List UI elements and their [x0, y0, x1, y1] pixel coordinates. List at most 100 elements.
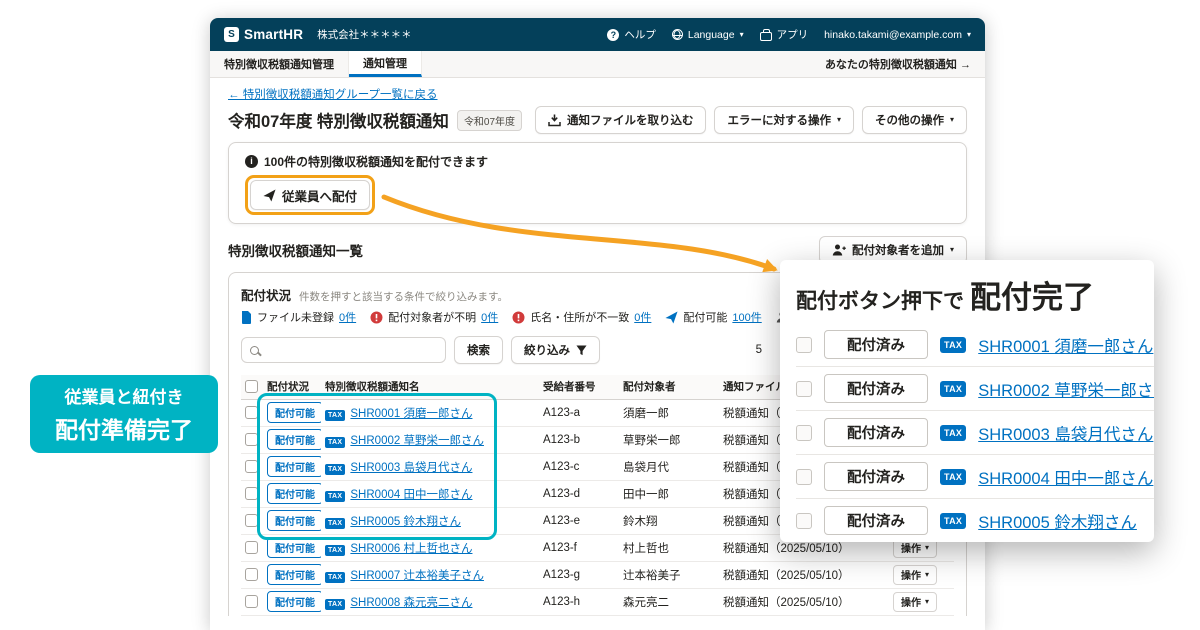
tab-notice-management[interactable]: 通知管理 — [349, 51, 422, 77]
recipient-number: A123-h — [539, 588, 619, 615]
overlay-row: 配付済み TAX SHR0005 鈴木翔さん — [796, 499, 1154, 542]
search-label: 検索 — [467, 342, 490, 358]
recipient-number: A123-c — [539, 453, 619, 480]
search-icon — [250, 346, 259, 355]
notice-link[interactable]: SHR0002 草野栄一郎さん — [350, 435, 484, 447]
overlay-title: 配付ボタン押下で 配付完了 — [796, 272, 1154, 317]
funnel-icon — [576, 345, 587, 356]
row-action-button[interactable]: 操作▾ — [893, 592, 937, 612]
distribute-label: 従業員へ配付 — [282, 186, 357, 205]
notice-link[interactable]: SHR0005 鈴木翔さん — [350, 516, 461, 528]
row-checkbox[interactable] — [245, 514, 258, 527]
apps-link[interactable]: アプリ — [760, 27, 809, 42]
tax-icon: TAX — [325, 572, 345, 583]
add-recipients-label: 配付対象者を追加 — [852, 242, 944, 258]
other-actions-button[interactable]: その他の操作 ▾ — [862, 106, 967, 134]
status-badge: 配付可能 — [267, 564, 321, 585]
help-link[interactable]: ? ヘルプ — [607, 27, 656, 42]
overlay-title-emphasis: 配付完了 — [970, 272, 1094, 317]
notice-link[interactable]: SHR0003 島袋月代さん — [978, 421, 1153, 445]
filter-count-link[interactable]: 0件 — [339, 309, 356, 325]
tax-icon: TAX — [940, 425, 966, 441]
status-badge: 配付可能 — [267, 402, 321, 423]
chevron-down-icon: ▾ — [837, 116, 841, 124]
search-input[interactable] — [265, 344, 437, 356]
title-row: 令和07年度 特別徴収税額通知 令和07年度 通知ファイルを取り込む エラーに対… — [228, 106, 967, 134]
import-file-label: 通知ファイルを取り込む — [567, 112, 694, 128]
filter-count-link[interactable]: 100件 — [732, 309, 761, 325]
recipient-name: 草野栄一郎 — [619, 426, 719, 453]
status-badge: 配付可能 — [267, 456, 321, 477]
your-notice-link[interactable]: あなたの特別徴収税額通知 → — [825, 51, 971, 77]
distribute-button[interactable]: 従業員へ配付 — [250, 180, 370, 210]
back-link[interactable]: ← 特別徴収税額通知グループ一覧に戻る — [228, 88, 438, 102]
notice-link[interactable]: SHR0005 鈴木翔さん — [978, 509, 1137, 533]
recipient-number: A123-f — [539, 534, 619, 561]
row-checkbox[interactable] — [245, 568, 258, 581]
tab-tax-notice-admin[interactable]: 特別徴収税額通知管理 — [210, 51, 349, 77]
filter-button[interactable]: 絞り込み — [511, 336, 600, 364]
callout-line2: 配付準備完了 — [55, 411, 193, 445]
filter-count-link[interactable]: 0件 — [634, 309, 651, 325]
chevron-down-icon: ▾ — [925, 571, 929, 579]
select-all-checkbox[interactable] — [245, 380, 258, 393]
overlay-row: 配付済み TAX SHR0004 田中一郎さん — [796, 455, 1154, 499]
file-icon — [241, 311, 252, 324]
notice-link[interactable]: SHR0002 草野栄一郎さん — [978, 377, 1154, 401]
notice-link[interactable]: SHR0007 辻本裕美子さん — [350, 570, 484, 582]
notice-link[interactable]: SHR0008 森元亮二さん — [350, 597, 472, 609]
distributed-badge: 配付済み — [824, 418, 928, 447]
overlay-checkbox[interactable] — [796, 469, 812, 485]
row-checkbox[interactable] — [245, 541, 258, 554]
recipient-name: 須磨一郎 — [619, 399, 719, 426]
tax-icon: TAX — [325, 491, 345, 502]
briefcase-icon — [760, 32, 772, 41]
filter-recipient-unknown: 配付対象者が不明 0件 — [370, 309, 498, 325]
recipient-number: A123-e — [539, 507, 619, 534]
filter-count-link[interactable]: 0件 — [481, 309, 498, 325]
notice-file: 税額通知（2025/05/10） — [719, 561, 889, 588]
notice-link[interactable]: SHR0003 島袋月代さん — [350, 462, 472, 474]
row-action-button[interactable]: 操作 ▾ — [893, 565, 937, 585]
notice-link[interactable]: SHR0004 田中一郎さん — [350, 489, 472, 501]
status-badge: 配付可能 — [267, 483, 321, 504]
chevron-down-icon: ▾ — [950, 116, 954, 124]
recipient-name: 村上哲也 — [619, 534, 719, 561]
distributed-preview-panel: 配付ボタン押下で 配付完了 配付済み TAX SHR0001 須磨一郎さん 配付… — [780, 260, 1154, 542]
account-menu[interactable]: hinako.takami@example.com ▾ — [824, 29, 971, 41]
ready-callout: 従業員と紐付き 配付準備完了 — [30, 375, 218, 453]
import-file-button[interactable]: 通知ファイルを取り込む — [535, 106, 707, 134]
notice-link[interactable]: SHR0001 須磨一郎さん — [978, 333, 1153, 357]
notice-link[interactable]: SHR0006 村上哲也さん — [350, 543, 472, 555]
header-nav: ? ヘルプ Language ▾ アプリ hinako.takami@examp… — [607, 27, 971, 42]
smarthr-logo[interactable]: S SmartHR — [224, 27, 303, 42]
row-checkbox[interactable] — [245, 487, 258, 500]
notice-link[interactable]: SHR0001 須磨一郎さん — [350, 408, 472, 420]
language-menu[interactable]: Language ▾ — [672, 29, 744, 41]
overlay-checkbox[interactable] — [796, 425, 812, 441]
row-checkbox[interactable] — [245, 595, 258, 608]
row-checkbox[interactable] — [245, 433, 258, 446]
tax-icon: TAX — [940, 513, 966, 529]
tax-icon: TAX — [325, 437, 345, 448]
overlay-checkbox[interactable] — [796, 381, 812, 397]
status-heading: 配付状況 — [241, 285, 291, 304]
info-message: 100件の特別徴収税額通知を配付できます — [264, 153, 488, 170]
overlay-row: 配付済み TAX SHR0001 須磨一郎さん — [796, 323, 1154, 367]
action-label: 操作 — [901, 540, 921, 555]
paper-plane-icon — [665, 311, 678, 324]
error-actions-button[interactable]: エラーに対する操作 ▾ — [714, 106, 854, 134]
row-checkbox[interactable] — [245, 406, 258, 419]
help-label: ヘルプ — [624, 27, 656, 42]
row-checkbox[interactable] — [245, 460, 258, 473]
table-row: 配付可能 TAXSHR0007 辻本裕美子さん A123-g 辻本裕美子 税額通… — [241, 561, 954, 588]
company-name: 株式会社＊＊＊＊＊ — [317, 27, 412, 42]
chevron-down-icon: ▾ — [925, 544, 929, 552]
info-icon: i — [245, 155, 258, 168]
overlay-checkbox[interactable] — [796, 337, 812, 353]
search-button[interactable]: 検索 — [454, 336, 503, 364]
notice-link[interactable]: SHR0004 田中一郎さん — [978, 465, 1153, 489]
action-label: 操作 — [901, 567, 921, 582]
overlay-checkbox[interactable] — [796, 513, 812, 529]
page-title: 令和07年度 特別徴収税額通知 — [228, 108, 449, 132]
